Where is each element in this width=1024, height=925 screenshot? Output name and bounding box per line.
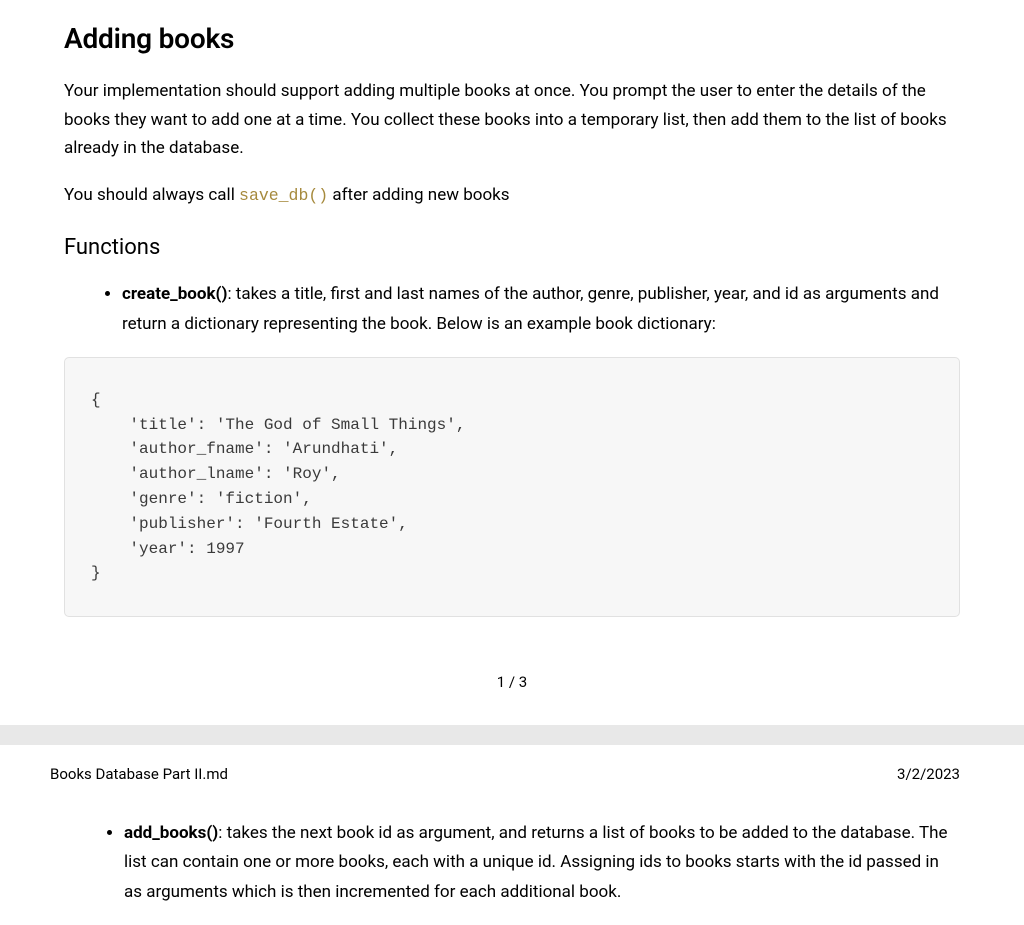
func-name-create-book: create_book() [122, 284, 227, 304]
page-2-content: Books Database Part II.md 3/2/2023 add_b… [0, 745, 1024, 907]
section-heading-adding-books: Adding books [64, 22, 960, 55]
doc-date: 3/2/2023 [897, 765, 960, 783]
save-db-prefix: You should always call [64, 185, 239, 205]
func-desc-add-books: : takes the next book id as argument, an… [124, 823, 947, 901]
list-item-create-book: create_book(): takes a title, first and … [122, 280, 960, 338]
functions-list-page2: add_books(): takes the next book id as a… [50, 819, 960, 907]
page-number-1: 1 / 3 [64, 657, 960, 707]
page-divider [0, 725, 1024, 745]
save-db-paragraph: You should always call save_db() after a… [64, 181, 960, 210]
inline-code-save-db: save_db() [239, 186, 328, 205]
functions-list-page1: create_book(): takes a title, first and … [64, 280, 960, 338]
functions-subheading: Functions [64, 235, 960, 260]
page-2-header: Books Database Part II.md 3/2/2023 [50, 745, 960, 819]
intro-paragraph: Your implementation should support addin… [64, 77, 960, 163]
func-desc-create-book: : takes a title, first and last names of… [122, 284, 939, 333]
code-block-book-dict: { 'title': 'The God of Small Things', 'a… [64, 357, 960, 617]
save-db-suffix: after adding new books [328, 185, 509, 205]
page-1-content: Adding books Your implementation should … [0, 22, 1024, 725]
doc-title: Books Database Part II.md [50, 765, 228, 783]
list-item-add-books: add_books(): takes the next book id as a… [124, 819, 960, 907]
func-name-add-books: add_books() [124, 823, 218, 843]
